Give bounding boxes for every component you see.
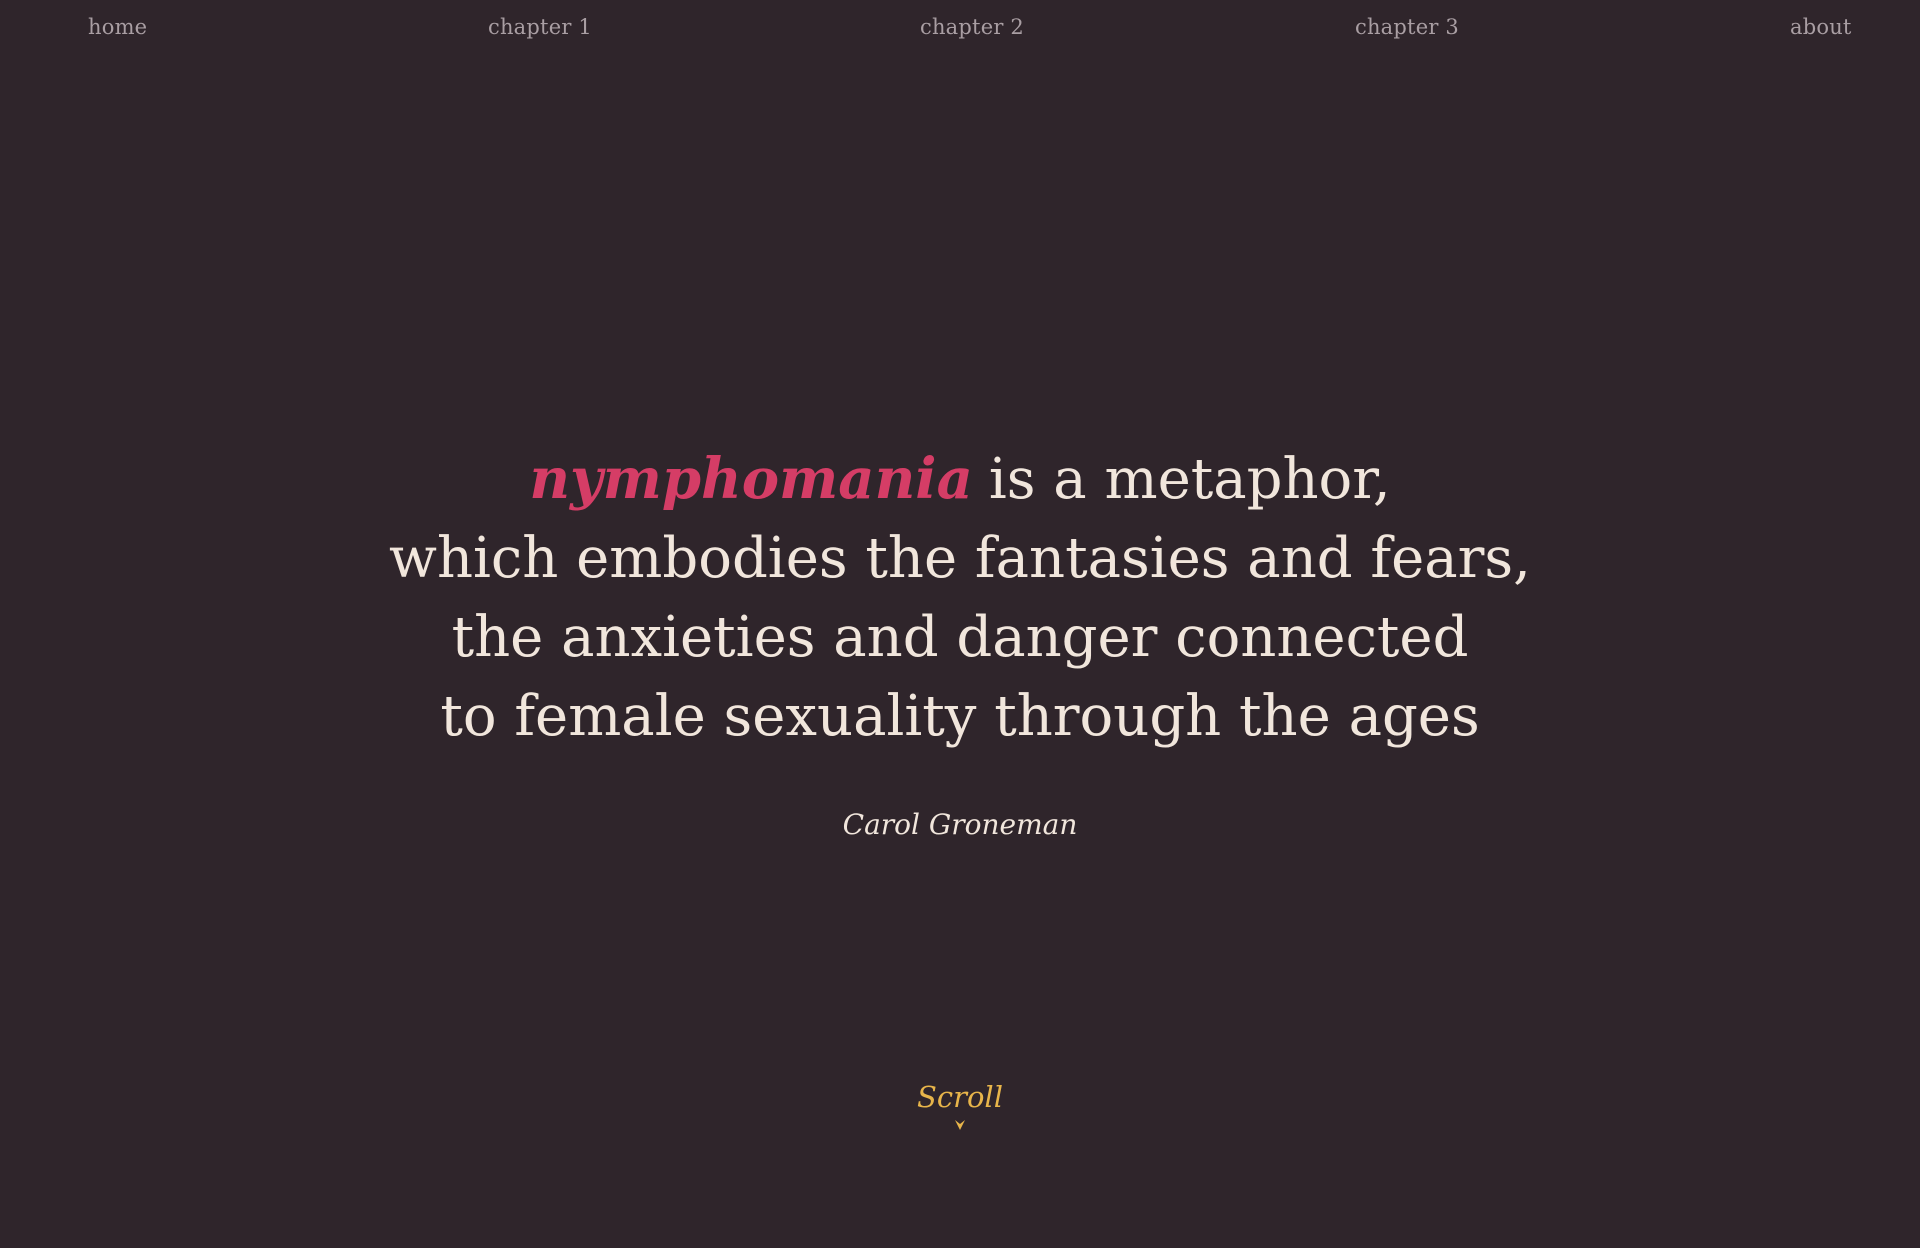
chevron-down-icon	[955, 1120, 965, 1130]
quote-author: Carol Groneman	[842, 808, 1078, 841]
quote-line-4: to female sexuality through the ages	[440, 684, 1480, 749]
quote-line-3: the anxieties and danger connected	[451, 605, 1469, 670]
hero-quote: nymphomania is a metaphor, which embodies…	[0, 440, 1920, 756]
nav-link-home[interactable]: home	[88, 15, 147, 39]
quote-line-1-text: is a metaphor,	[988, 447, 1391, 512]
top-navigation: home chapter 1 chapter 2 chapter 3 about	[0, 0, 1920, 60]
nav-link-about[interactable]: about	[1790, 15, 1852, 39]
scroll-indicator[interactable]: Scroll	[880, 1080, 1040, 1132]
quote-line-1: nymphomania is a metaphor,	[0, 440, 1920, 519]
nav-link-chapter-2[interactable]: chapter 2	[920, 15, 1024, 39]
nav-link-chapter-3[interactable]: chapter 3	[1355, 15, 1459, 39]
quote-highlight-word: nymphomania	[529, 446, 973, 512]
quote-line-2: which embodies the fantasies and fears,	[389, 526, 1531, 591]
nav-link-chapter-1[interactable]: chapter 1	[488, 15, 592, 39]
scroll-label: Scroll	[917, 1080, 1003, 1114]
